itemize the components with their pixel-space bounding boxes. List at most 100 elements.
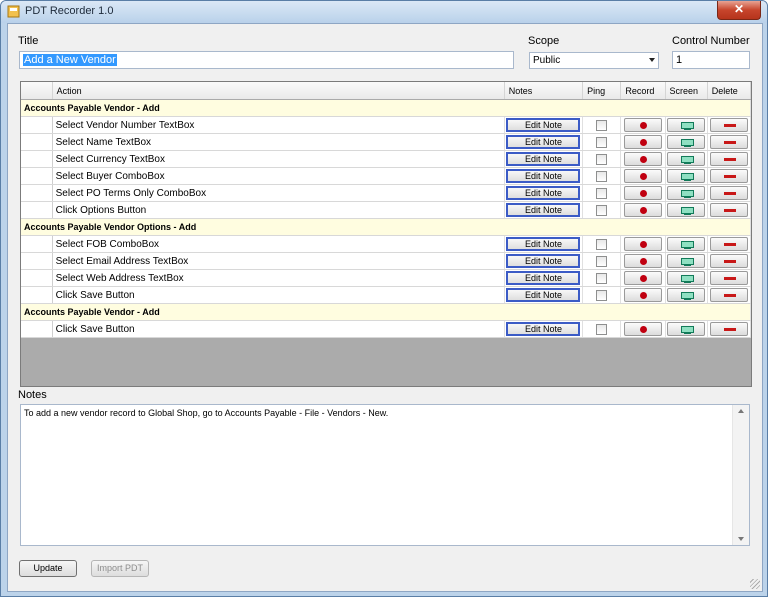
row-header[interactable] [21, 269, 53, 287]
delete-button[interactable] [709, 288, 748, 302]
screen-button[interactable] [667, 203, 706, 217]
import-pdt-button[interactable]: Import PDT [91, 560, 149, 577]
edit-note-button[interactable]: Edit Note [506, 152, 581, 166]
record-button[interactable] [623, 135, 662, 149]
edit-note-button[interactable]: Edit Note [506, 254, 581, 268]
edit-note-button[interactable]: Edit Note [506, 118, 581, 132]
record-button[interactable] [623, 203, 662, 217]
screen-button[interactable] [667, 152, 706, 166]
record-button[interactable] [623, 322, 662, 336]
screen-button[interactable] [667, 186, 706, 200]
delete-button[interactable] [709, 118, 748, 132]
notes-scrollbar[interactable] [732, 405, 749, 545]
row-header[interactable] [21, 235, 53, 253]
ping-checkbox[interactable] [596, 289, 608, 301]
action-cell[interactable]: Select FOB ComboBox [52, 235, 505, 253]
action-cell[interactable]: Select PO Terms Only ComboBox [52, 184, 505, 202]
table-row[interactable]: Select FOB ComboBox Edit Note [21, 235, 751, 253]
scope-select[interactable]: Public [529, 52, 659, 69]
delete-button[interactable] [709, 152, 748, 166]
table-row[interactable]: Select PO Terms Only ComboBox Edit Note [21, 184, 751, 202]
table-row[interactable]: Click Save Button Edit Note [21, 286, 751, 304]
record-button[interactable] [623, 271, 662, 285]
screen-button[interactable] [667, 169, 706, 183]
resize-grip-icon[interactable] [750, 579, 760, 589]
close-button[interactable]: ✕ [717, 1, 761, 20]
column-header-record[interactable]: Record [620, 82, 666, 100]
edit-note-button[interactable]: Edit Note [506, 322, 581, 336]
ping-checkbox[interactable] [596, 272, 608, 284]
ping-checkbox[interactable] [596, 323, 608, 335]
title-input[interactable]: Add a New Vendor [19, 51, 514, 69]
delete-button[interactable] [709, 271, 748, 285]
action-cell[interactable]: Select Vendor Number TextBox [52, 116, 505, 134]
screen-button[interactable] [667, 118, 706, 132]
table-row[interactable]: Select Email Address TextBox Edit Note [21, 252, 751, 270]
column-header-delete[interactable]: Delete [707, 82, 751, 100]
row-header[interactable] [21, 320, 53, 338]
action-cell[interactable]: Click Save Button [52, 286, 505, 304]
screen-button[interactable] [667, 288, 706, 302]
edit-note-button[interactable]: Edit Note [506, 186, 581, 200]
screen-button[interactable] [667, 254, 706, 268]
delete-button[interactable] [709, 254, 748, 268]
record-button[interactable] [623, 169, 662, 183]
screen-button[interactable] [667, 271, 706, 285]
screen-button[interactable] [667, 135, 706, 149]
ping-checkbox[interactable] [596, 255, 608, 267]
notes-textarea[interactable]: To add a new vendor record to Global Sho… [20, 404, 750, 546]
action-cell[interactable]: Select Web Address TextBox [52, 269, 505, 287]
update-button[interactable]: Update [19, 560, 77, 577]
table-row[interactable]: Select Name TextBox Edit Note [21, 133, 751, 151]
scroll-up-icon[interactable] [738, 409, 744, 413]
action-cell[interactable]: Click Save Button [52, 320, 505, 338]
ping-checkbox[interactable] [596, 238, 608, 250]
delete-button[interactable] [709, 169, 748, 183]
edit-note-button[interactable]: Edit Note [506, 237, 581, 251]
column-header-action[interactable]: Action [52, 82, 505, 100]
delete-button[interactable] [709, 186, 748, 200]
ping-checkbox[interactable] [596, 204, 608, 216]
action-cell[interactable]: Select Currency TextBox [52, 150, 505, 168]
action-cell[interactable]: Select Name TextBox [52, 133, 505, 151]
edit-note-button[interactable]: Edit Note [506, 203, 581, 217]
action-cell[interactable]: Select Buyer ComboBox [52, 167, 505, 185]
table-row[interactable]: Select Buyer ComboBox Edit Note [21, 167, 751, 185]
edit-note-button[interactable]: Edit Note [506, 135, 581, 149]
action-cell[interactable]: Select Email Address TextBox [52, 252, 505, 270]
table-row[interactable]: Click Options Button Edit Note [21, 201, 751, 219]
edit-note-button[interactable]: Edit Note [506, 271, 581, 285]
column-header-notes[interactable]: Notes [504, 82, 584, 100]
delete-button[interactable] [709, 203, 748, 217]
column-header-ping[interactable]: Ping [582, 82, 622, 100]
record-button[interactable] [623, 186, 662, 200]
edit-note-button[interactable]: Edit Note [506, 169, 581, 183]
row-header[interactable] [21, 150, 53, 168]
ping-checkbox[interactable] [596, 119, 608, 131]
ping-checkbox[interactable] [596, 136, 608, 148]
record-button[interactable] [623, 254, 662, 268]
row-header[interactable] [21, 286, 53, 304]
row-header[interactable] [21, 184, 53, 202]
record-button[interactable] [623, 237, 662, 251]
table-row[interactable]: Select Web Address TextBox Edit Note [21, 269, 751, 287]
screen-button[interactable] [667, 237, 706, 251]
ping-checkbox[interactable] [596, 170, 608, 182]
row-header[interactable] [21, 116, 53, 134]
delete-button[interactable] [709, 237, 748, 251]
control-number-input[interactable]: 1 [672, 51, 750, 69]
delete-button[interactable] [709, 135, 748, 149]
ping-checkbox[interactable] [596, 153, 608, 165]
column-header-screen[interactable]: Screen [665, 82, 708, 100]
screen-button[interactable] [667, 322, 706, 336]
delete-button[interactable] [709, 322, 748, 336]
edit-note-button[interactable]: Edit Note [506, 288, 581, 302]
ping-checkbox[interactable] [596, 187, 608, 199]
scroll-down-icon[interactable] [738, 537, 744, 541]
table-row[interactable]: Select Currency TextBox Edit Note [21, 150, 751, 168]
action-cell[interactable]: Click Options Button [52, 201, 505, 219]
row-header[interactable] [21, 252, 53, 270]
table-row[interactable]: Select Vendor Number TextBox Edit Note [21, 116, 751, 134]
row-header[interactable] [21, 201, 53, 219]
record-button[interactable] [623, 118, 662, 132]
